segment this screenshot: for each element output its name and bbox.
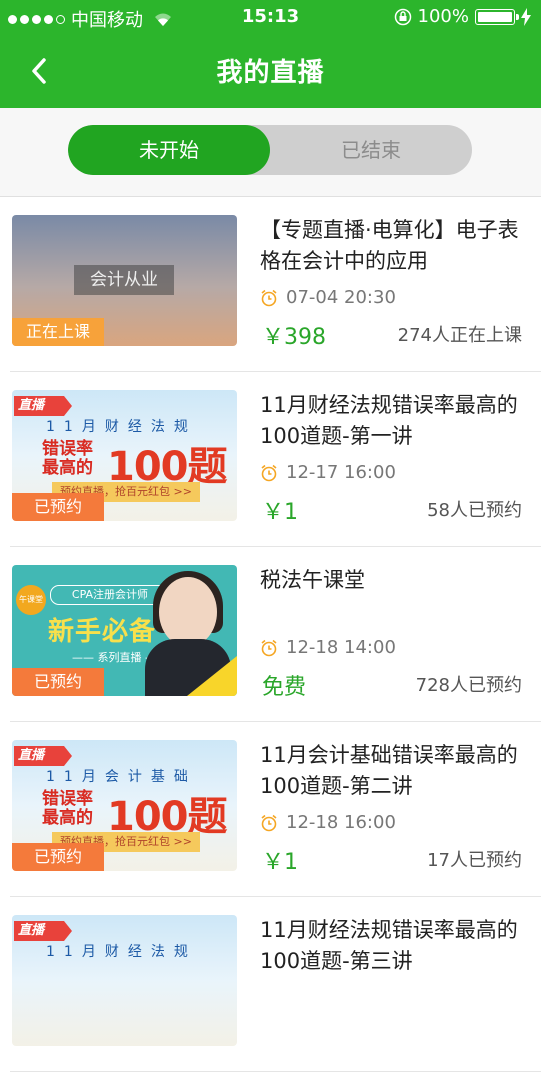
- attendee-count: 728人已预约: [415, 675, 522, 696]
- course-title: 税法午课堂: [260, 568, 365, 592]
- poster-pill: CPA注册会计师: [50, 585, 170, 605]
- battery-percent: 100%: [417, 6, 469, 27]
- live-tag: 直播: [14, 746, 72, 766]
- alarm-clock-icon: [261, 464, 277, 481]
- attendee-count: 274人正在上课: [397, 325, 522, 346]
- course-title: 11月会计基础错误率最高的100道题-第二讲: [260, 743, 518, 798]
- course-time: 12-17 16:00: [286, 462, 396, 483]
- poster-subtitle: 11月会计基础: [46, 769, 197, 785]
- rotation-lock-icon: [394, 8, 411, 25]
- course-price: ￥398: [262, 325, 326, 350]
- list-item[interactable]: 直播 11月财经法规 11月财经法规错误率最高的100道题-第三讲: [10, 897, 541, 1072]
- course-price: ￥1: [262, 500, 298, 525]
- course-title: 【专题直播·电算化】电子表格在会计中的应用: [260, 218, 519, 273]
- course-thumbnail: 直播 11月财经法规 错误率 最高的 100题 预约直播，抢百元红包 >> 已预约: [12, 390, 237, 521]
- course-thumbnail: 会计从业 正在上课: [12, 215, 237, 346]
- live-tag: 直播: [14, 921, 72, 941]
- status-bar: 中国移动 15:13 100%: [0, 0, 541, 34]
- course-price: 免费: [262, 675, 307, 700]
- alarm-clock-icon: [261, 639, 277, 656]
- course-time: 07-04 20:30: [286, 287, 396, 308]
- status-badge: 正在上课: [12, 318, 104, 346]
- attendee-count: 17人已预约: [427, 850, 522, 871]
- battery-icon: [475, 8, 519, 25]
- course-time: 12-18 16:00: [286, 812, 396, 833]
- poster-headline: 新手必备: [48, 617, 157, 647]
- alarm-clock-icon: [261, 289, 277, 306]
- charging-icon: [521, 7, 531, 26]
- tab-not-started[interactable]: 未开始: [68, 125, 270, 175]
- poster-red-text: 错误率 最高的: [42, 789, 93, 828]
- attendee-count: 58人已预约: [427, 500, 522, 521]
- poster-red-text: 错误率 最高的: [42, 439, 93, 478]
- course-thumbnail: 直播 11月财经法规: [12, 915, 237, 1046]
- tab-ended[interactable]: 已结束: [270, 125, 472, 175]
- course-title: 11月财经法规错误率最高的100道题-第一讲: [260, 393, 518, 448]
- status-badge: 已预约: [12, 668, 104, 696]
- course-time: 12-18 14:00: [286, 637, 396, 658]
- poster-subtitle: 11月财经法规: [46, 419, 197, 435]
- list-item[interactable]: 会计从业 正在上课 【专题直播·电算化】电子表格在会计中的应用 07-04 20…: [10, 197, 541, 372]
- thumbnail-caption: 会计从业: [74, 265, 174, 295]
- page-title: 我的直播: [216, 58, 325, 88]
- course-thumbnail: 直播 11月会计基础 错误率 最高的 100题 预约直播，抢百元红包 >> 已预约: [12, 740, 237, 871]
- header: 中国移动 15:13 100% 我的直播: [0, 0, 541, 108]
- tab-bar: 未开始 已结束: [0, 108, 541, 197]
- poster-stamp: 午课堂: [16, 585, 46, 615]
- list-item[interactable]: 午课堂 CPA注册会计师 新手必备 —— 系列直播 —— 已预约 税法午课堂 1…: [10, 547, 541, 722]
- list-item[interactable]: 直播 11月财经法规 错误率 最高的 100题 预约直播，抢百元红包 >> 已预约…: [10, 372, 541, 547]
- status-badge: 已预约: [12, 493, 104, 521]
- poster-subtitle: 11月财经法规: [46, 944, 197, 960]
- live-tag: 直播: [14, 396, 72, 416]
- live-list: 会计从业 正在上课 【专题直播·电算化】电子表格在会计中的应用 07-04 20…: [0, 197, 541, 1072]
- course-title: 11月财经法规错误率最高的100道题-第三讲: [260, 918, 518, 973]
- status-badge: 已预约: [12, 843, 104, 871]
- alarm-clock-icon: [261, 814, 277, 831]
- segmented-control: 未开始 已结束: [68, 125, 472, 175]
- list-item[interactable]: 直播 11月会计基础 错误率 最高的 100题 预约直播，抢百元红包 >> 已预约…: [10, 722, 541, 897]
- nav-bar: 我的直播: [0, 34, 541, 108]
- course-thumbnail: 午课堂 CPA注册会计师 新手必备 —— 系列直播 —— 已预约: [12, 565, 237, 696]
- course-price: ￥1: [262, 850, 298, 875]
